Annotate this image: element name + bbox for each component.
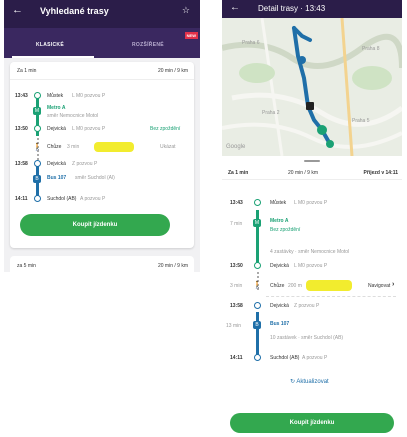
departure-in: Za 1 min xyxy=(228,170,249,176)
route-card-next[interactable]: za 5 min 20 min / 9 km xyxy=(10,256,194,272)
stop-time: 13:58 xyxy=(230,303,243,309)
route-total: 20 min / 9 km xyxy=(157,68,188,74)
active-tab-indicator xyxy=(12,56,94,58)
line-name: Metro A xyxy=(270,218,289,224)
route-total: 20 min / 9 km xyxy=(288,170,319,176)
walk-show-link[interactable]: Ukázat xyxy=(160,144,176,150)
stop-name: Můstek xyxy=(47,93,64,99)
stop-sub: A pozvou P xyxy=(80,196,106,202)
bus-icon: B xyxy=(33,175,41,183)
refresh-icon: ↻ xyxy=(290,379,296,385)
stop-dot-icon xyxy=(34,160,41,167)
refresh-label: Aktualizovat xyxy=(296,379,329,385)
bus-line-segment xyxy=(256,312,259,358)
route-detail-screen: ← Detail trasy · 13:43 Google Praha 6 Pr… xyxy=(222,0,402,437)
favorite-star-icon[interactable]: ☆ xyxy=(182,5,190,16)
page-title: Vyhledané trasy xyxy=(40,6,109,16)
map-district-label: Praha 6 xyxy=(242,40,260,46)
stop-time: 13:50 xyxy=(15,126,28,132)
back-arrow-icon[interactable]: ← xyxy=(12,4,23,16)
stop-name: Suchdol (AB) xyxy=(47,196,77,202)
buy-ticket-button[interactable]: Koupit jízdenku xyxy=(230,413,394,433)
map-district-label: Praha 8 xyxy=(362,46,380,52)
app-header: ← Vyhledané trasy ☆ xyxy=(4,0,200,28)
stop-sub: L M0 pozvou P xyxy=(72,126,106,132)
route-card-header: Za 1 min 20 min / 9 km xyxy=(10,62,194,80)
walk-duration: 3 min xyxy=(230,283,243,289)
route-tabs: KLASICKÉ ROZŠÍŘENÉ xyxy=(4,28,200,58)
stop-name: Dejvická xyxy=(270,263,289,269)
map-district-label: Praha 5 xyxy=(352,118,370,124)
stop-time: 13:43 xyxy=(15,93,28,99)
tab-classic[interactable]: KLASICKÉ xyxy=(36,42,64,48)
line-name: Bus 107 xyxy=(47,175,67,181)
stop-sub: L M0 pozvou P xyxy=(294,263,328,269)
metro-icon: M xyxy=(33,107,41,115)
stop-dot-icon xyxy=(254,354,261,361)
ride-duration: 7 min xyxy=(230,221,243,227)
walk-detail: 200 m xyxy=(288,283,302,289)
line-stops: 10 zastávek · směr Suchdol (AB) xyxy=(270,335,344,341)
stop-time: 14:11 xyxy=(230,355,243,361)
divider xyxy=(266,296,396,297)
navigate-link[interactable]: Navigovat xyxy=(368,283,390,289)
delay-status: Bez zpoždění xyxy=(150,126,181,132)
map-attribution: Google xyxy=(226,144,246,150)
delay-status: Bez zpoždění xyxy=(270,227,301,233)
page-title: Detail trasy · 13:43 xyxy=(258,4,326,13)
back-arrow-icon[interactable]: ← xyxy=(230,2,240,13)
route-total: 20 min / 9 km xyxy=(157,263,188,269)
stop-time: 13:58 xyxy=(15,161,28,167)
arrival-time: Příjezd v 14:11 xyxy=(363,170,398,176)
stop-name: Suchdol (AB) xyxy=(270,355,300,361)
map-district-label: Praha 2 xyxy=(262,110,280,116)
stop-name: Můstek xyxy=(270,200,287,206)
walk-label: Chůze xyxy=(270,283,285,289)
line-name: Bus 107 xyxy=(270,321,290,327)
chevron-right-icon[interactable]: › xyxy=(392,281,394,288)
stop-sub: Z pozvou P xyxy=(294,303,320,309)
search-results-screen: ← Vyhledané trasy ☆ KLASICKÉ ROZŠÍŘENÉ N… xyxy=(4,0,200,272)
highlight-mark xyxy=(306,280,352,291)
stop-dot-icon xyxy=(34,92,41,99)
metro-icon: M xyxy=(253,219,261,227)
app-header: ← Detail trasy · 13:43 xyxy=(222,0,402,18)
walk-icon: 🚶 xyxy=(33,144,42,151)
walk-label: Chůze xyxy=(47,144,62,150)
highlight-mark xyxy=(94,142,134,152)
line-direction: směr Nemocnice Motol xyxy=(47,113,99,119)
stop-dot-icon xyxy=(34,195,41,202)
stop-name: Dejvická xyxy=(47,126,66,132)
ride-duration: 13 min xyxy=(226,323,242,329)
departure-in: Za 1 min xyxy=(17,68,37,74)
stop-sub: Z pozvou P xyxy=(72,161,98,167)
walk-icon: 🚶 xyxy=(253,282,262,289)
stop-sub: A pozvou P xyxy=(302,355,328,361)
bus-icon: B xyxy=(253,321,261,329)
stop-dot-icon xyxy=(254,262,261,269)
line-stops: 4 zastávky · směr Nemocnice Motol xyxy=(270,249,350,255)
refresh-button[interactable]: ↻ Aktualizovat xyxy=(290,378,329,385)
line-direction: směr Suchdol (Al) xyxy=(75,175,115,181)
route-summary: Za 1 min 20 min / 9 km Příjezd v 14:11 xyxy=(222,166,402,180)
tab-extended[interactable]: ROZŠÍŘENÉ xyxy=(132,42,164,48)
departure-in: za 5 min xyxy=(17,263,36,269)
stop-sub: L M0 pozvou P xyxy=(294,200,328,206)
buy-ticket-button[interactable]: Koupit jízdenku xyxy=(20,214,170,236)
stop-time: 13:50 xyxy=(230,263,243,269)
stop-dot-icon xyxy=(34,125,41,132)
new-badge: NEW xyxy=(184,32,198,39)
stop-sub: L M0 pozvou P xyxy=(72,93,106,99)
sheet-drag-handle[interactable] xyxy=(304,160,320,162)
stop-name: Dejvická xyxy=(270,303,289,309)
stop-name: Dejvická xyxy=(47,161,66,167)
route-map[interactable]: Google Praha 6 Praha 8 Praha 2 Praha 5 xyxy=(222,18,402,156)
line-name: Metro A xyxy=(47,105,66,111)
stop-time: 14:11 xyxy=(15,196,28,202)
stop-time: 13:43 xyxy=(230,200,243,206)
stop-dot-icon xyxy=(254,302,261,309)
map-canvas xyxy=(222,18,402,156)
walk-detail: 3 min xyxy=(67,144,80,150)
stop-dot-icon xyxy=(254,199,261,206)
